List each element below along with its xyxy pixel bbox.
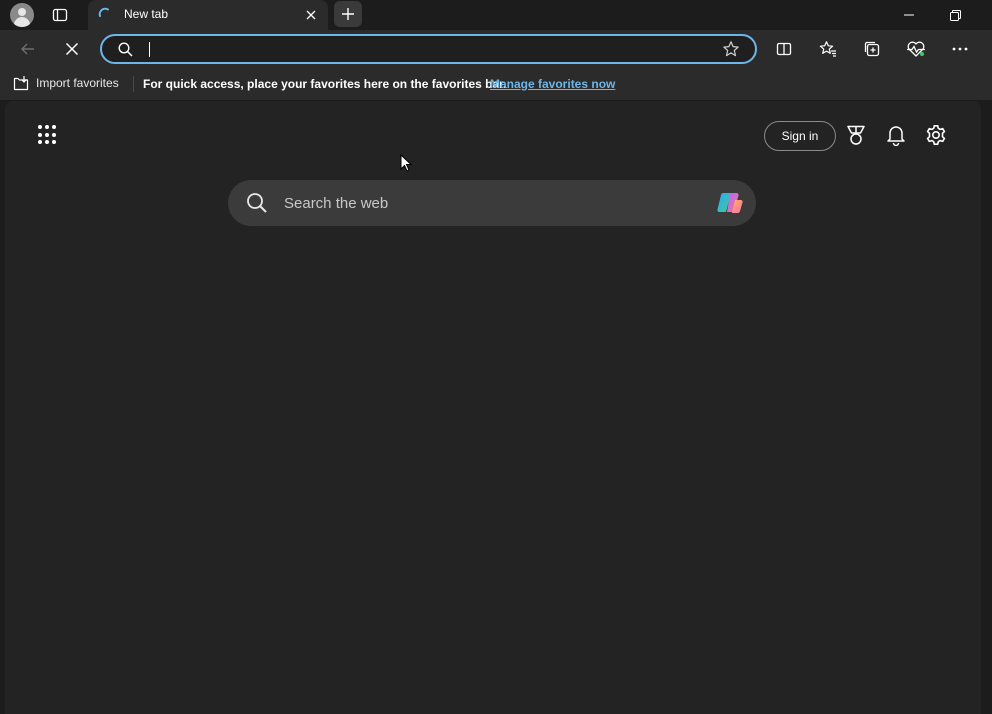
search-placeholder: Search the web (284, 195, 389, 212)
loading-spinner-icon (98, 7, 112, 21)
split-screen-icon (776, 42, 792, 56)
import-favorites-icon (13, 76, 29, 91)
restore-icon (949, 9, 961, 21)
back-button[interactable] (14, 35, 42, 63)
minimize-icon (904, 14, 914, 16)
browser-essentials-icon (907, 41, 925, 57)
tab-new-tab[interactable]: New tab (88, 0, 328, 30)
text-caret (149, 42, 150, 57)
browser-essentials-button[interactable] (902, 35, 930, 63)
web-search-box[interactable]: Search the web (228, 180, 756, 226)
sign-in-button[interactable]: Sign in (764, 121, 836, 151)
address-bar[interactable] (100, 34, 757, 64)
stop-icon (65, 42, 79, 56)
title-bar: New tab (0, 0, 992, 30)
notifications-icon[interactable] (884, 123, 908, 147)
favorites-icon (819, 41, 836, 57)
avatar-head (18, 8, 26, 16)
search-icon (118, 42, 133, 62)
close-tab-icon[interactable] (302, 6, 320, 24)
copilot-icon[interactable] (715, 188, 745, 218)
favorites-bar-message: For quick access, place your favorites h… (143, 77, 507, 91)
favorite-star-icon[interactable] (722, 40, 740, 63)
import-favorites-button[interactable]: Import favorites (12, 75, 119, 91)
avatar-body (14, 17, 30, 27)
tab-actions-icon[interactable] (44, 4, 76, 26)
favorites-divider (133, 76, 134, 92)
search-icon (246, 192, 268, 219)
collections-button[interactable] (858, 35, 886, 63)
new-tab-page: Sign in Search the web (5, 101, 981, 714)
favorites-bar: Import favorites For quick access, place… (0, 68, 992, 100)
profile-avatar[interactable] (10, 3, 34, 27)
navigation-toolbar (0, 30, 992, 84)
apps-launcher-icon[interactable] (38, 125, 58, 145)
restore-button[interactable] (932, 0, 978, 30)
rewards-icon[interactable] (844, 123, 868, 147)
minimize-button[interactable] (886, 0, 932, 30)
collections-icon (864, 41, 880, 57)
address-input[interactable] (152, 39, 712, 59)
stop-button[interactable] (58, 35, 86, 63)
more-button[interactable] (946, 35, 974, 63)
manage-favorites-link[interactable]: Manage favorites now (490, 77, 615, 91)
new-tab-button[interactable] (334, 1, 362, 27)
import-favorites-label: Import favorites (36, 76, 119, 90)
back-icon (21, 43, 34, 55)
split-screen-button[interactable] (770, 35, 798, 63)
tab-title: New tab (124, 7, 169, 21)
mouse-cursor (400, 153, 413, 177)
settings-icon[interactable] (924, 123, 948, 147)
favorites-button[interactable] (814, 35, 842, 63)
plus-icon (342, 8, 354, 20)
more-icon (952, 47, 968, 51)
